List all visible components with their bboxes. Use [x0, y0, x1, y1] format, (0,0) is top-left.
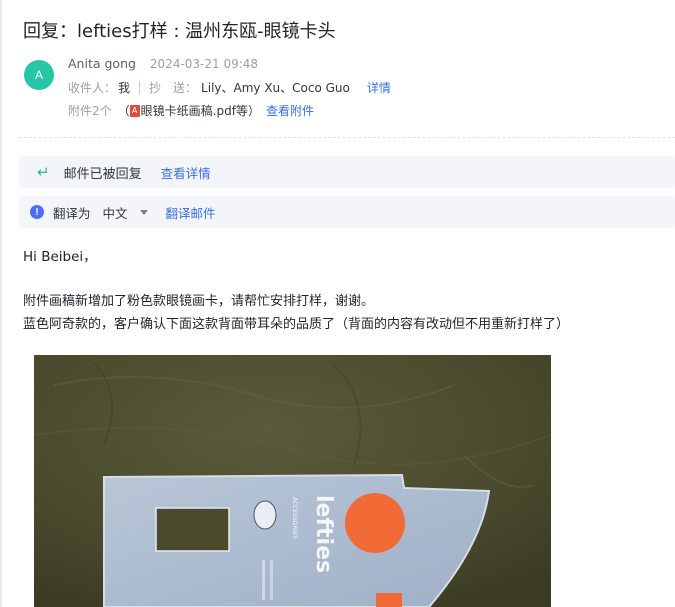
- chevron-down-icon[interactable]: [139, 209, 148, 215]
- translate-label: 翻译为: [53, 205, 91, 221]
- attachment-name[interactable]: 眼镜卡纸画稿.pdf等: [141, 102, 248, 119]
- info-icon: !: [30, 205, 44, 219]
- attachment-open-paren: （: [117, 104, 130, 118]
- body-line-1: 附件画稿新增加了粉色款眼镜画卡，请帮忙安排打样，谢谢。: [23, 294, 375, 309]
- sender-avatar[interactable]: A: [24, 60, 54, 90]
- language-select[interactable]: 中文: [103, 203, 128, 222]
- cc-value: Lily、Amy Xu、Coco Guo: [201, 81, 350, 95]
- cc-label: 抄 送：: [149, 81, 198, 95]
- to-value: 我: [118, 81, 131, 95]
- view-details-link[interactable]: 查看详情: [161, 163, 211, 182]
- sender-name[interactable]: Anita gong: [68, 56, 136, 71]
- left-edge: [0, 0, 2, 607]
- translate-mail-link[interactable]: 翻译邮件: [166, 203, 216, 222]
- translate-bar: ! 翻译为 中文 翻译邮件: [19, 196, 675, 228]
- mail-datetime: 2024-03-21 09:48: [149, 56, 259, 71]
- card-brand-subtext: ACCESSORIES: [291, 497, 298, 539]
- product-photo-image: lefties ACCESSORIES: [34, 355, 551, 607]
- greeting: Hi Beibei，: [23, 249, 97, 265]
- view-attachments-link[interactable]: 查看附件: [266, 102, 314, 119]
- recipients-separator: [139, 81, 141, 94]
- mail-subject: 回复：lefties打样 : 温州东瓯-眼镜卡头: [23, 21, 336, 42]
- attachment-count: 附件2个: [68, 104, 112, 118]
- body-line-2: 蓝色阿奇款的，客户确认下面这款背面带耳朵的品质了（背面的内容有改动但不用重新打样…: [23, 317, 570, 332]
- replied-bar: ↵ 邮件已被回复 查看详情: [19, 156, 675, 188]
- attachment-close-paren: ）: [247, 104, 260, 118]
- reply-icon: ↵: [37, 163, 50, 181]
- to-label: 收件人：: [68, 81, 117, 95]
- sender-row: Anita gong 2024-03-21 09:48: [68, 56, 258, 71]
- replied-text: 邮件已被回复: [63, 166, 142, 182]
- header-divider: [19, 137, 675, 138]
- product-photo[interactable]: lefties ACCESSORIES: [34, 355, 551, 607]
- card-badge: [345, 493, 405, 553]
- pdf-icon: A: [129, 104, 140, 117]
- card-window: [155, 507, 230, 552]
- card-brand-text: lefties: [311, 495, 336, 573]
- attachment-row: 附件2个 （ A 眼镜卡纸画稿.pdf等 ） 查看附件: [68, 102, 314, 119]
- details-link[interactable]: 详情: [367, 79, 391, 96]
- recipients-row: 收件人： 我 抄 送： Lily、Amy Xu、Coco Guo 详情: [68, 79, 391, 96]
